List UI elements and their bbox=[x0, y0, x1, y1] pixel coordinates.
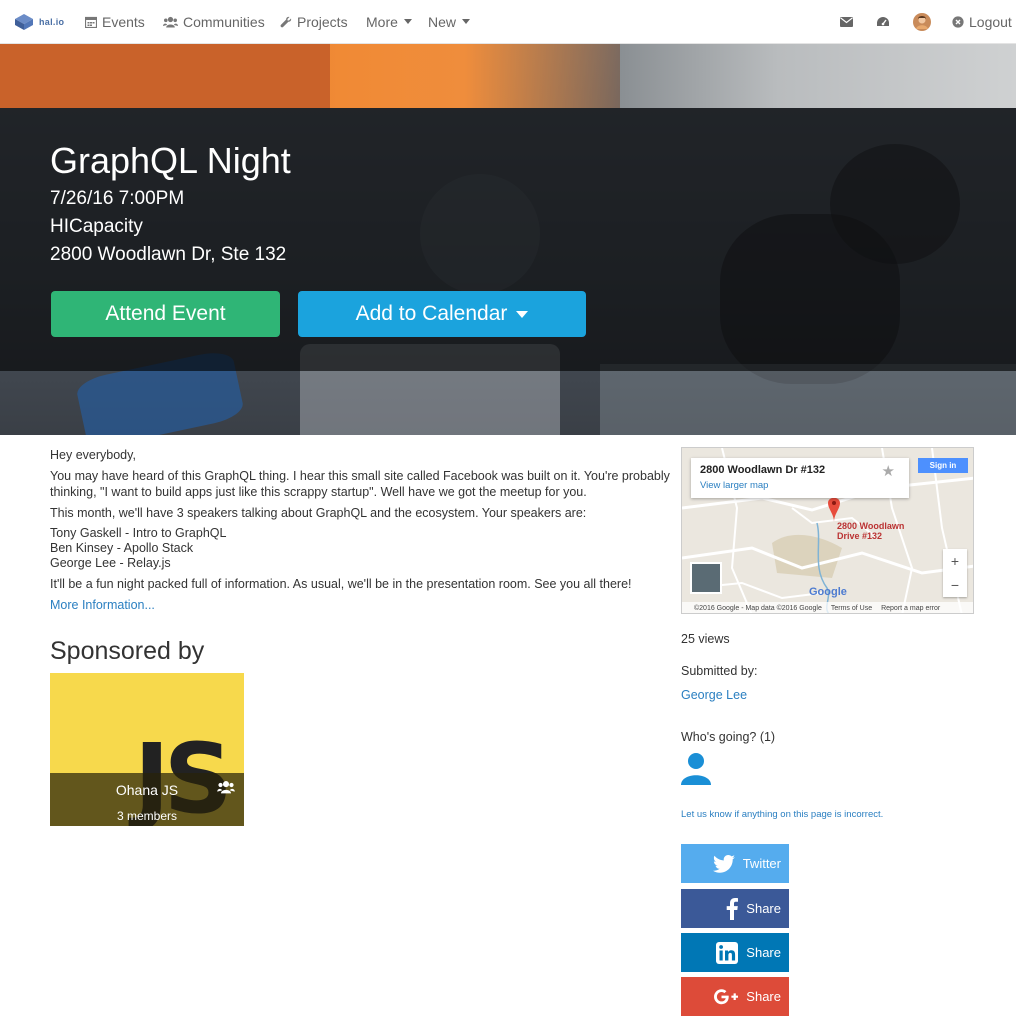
map-pin-label: 2800 Woodlawn Drive #132 bbox=[837, 521, 904, 541]
users-icon bbox=[163, 16, 178, 27]
avatar bbox=[913, 12, 931, 31]
submitter-link[interactable]: George Lee bbox=[681, 688, 747, 702]
dashboard-icon bbox=[877, 16, 889, 26]
map-footer: ©2016 Google - Map data ©2016 Google Ter… bbox=[682, 602, 973, 613]
nav-projects[interactable]: Projects bbox=[280, 0, 348, 43]
view-count: 25 views bbox=[681, 632, 730, 646]
share-facebook-button[interactable]: Share bbox=[681, 889, 789, 928]
star-icon[interactable]: ★ bbox=[882, 462, 895, 480]
whos-going-label: Who's going? (1) bbox=[681, 730, 776, 744]
add-to-calendar-button[interactable]: Add to Calendar bbox=[298, 291, 586, 337]
google-plus-icon bbox=[714, 988, 739, 1004]
logo-text: hal.io bbox=[39, 16, 65, 27]
sponsor-card-ohana-js[interactable]: JS Ohana JS 3 members bbox=[50, 673, 244, 826]
sponsor-member-count: 3 members bbox=[116, 809, 178, 823]
linkedin-icon bbox=[716, 941, 739, 964]
description-paragraph: This month, we'll have 3 speakers talkin… bbox=[50, 506, 587, 520]
map-address: 2800 Woodlawn Dr #132 bbox=[700, 464, 826, 476]
map-terms-link[interactable]: Terms of Use bbox=[831, 605, 872, 612]
nav-projects-label: Projects bbox=[297, 13, 348, 30]
nav-user-avatar[interactable] bbox=[913, 0, 931, 43]
map-pin-label-line: Drive #132 bbox=[837, 531, 883, 541]
facebook-icon bbox=[726, 897, 739, 920]
caret-down-icon bbox=[516, 310, 529, 318]
attendee-avatar-icon[interactable] bbox=[681, 752, 711, 786]
speaker-item: Ben Kinsey - Apollo Stack bbox=[50, 541, 194, 555]
view-larger-map-link[interactable]: View larger map bbox=[700, 480, 768, 491]
share-facebook-label: Share bbox=[746, 901, 781, 916]
nav-logout-label: Logout bbox=[969, 13, 1012, 30]
map-attribution: ©2016 Google - Map data ©2016 Google bbox=[694, 605, 822, 612]
hero-background-wall bbox=[620, 44, 1016, 108]
logout-icon bbox=[952, 15, 964, 28]
attend-event-label: Attend Event bbox=[105, 302, 226, 325]
speaker-item: George Lee - Relay.js bbox=[50, 556, 171, 570]
share-twitter-label: Twitter bbox=[742, 856, 781, 871]
sponsor-name: Ohana JS bbox=[115, 782, 179, 798]
speaker-item: Tony Gaskell - Intro to GraphQL bbox=[50, 526, 227, 540]
map-zoom-control: + − bbox=[943, 549, 967, 597]
nav-new-label: New bbox=[428, 13, 457, 30]
nav-new-dropdown[interactable]: New bbox=[428, 0, 471, 43]
caret-down-icon bbox=[462, 19, 471, 24]
calendar-icon bbox=[85, 16, 97, 28]
nav-communities[interactable]: Communities bbox=[163, 0, 265, 43]
hero-background-shape bbox=[600, 364, 1016, 435]
nav-more-dropdown[interactable]: More bbox=[366, 0, 412, 43]
location-map[interactable]: 2800 Woodlawn Dr #132 View larger map ★ … bbox=[681, 447, 974, 614]
google-logo: Google bbox=[809, 586, 847, 598]
nav-communities-label: Communities bbox=[183, 13, 265, 30]
map-info-card: 2800 Woodlawn Dr #132 View larger map ★ bbox=[691, 458, 909, 498]
caret-down-icon bbox=[403, 19, 412, 24]
map-satellite-thumbnail[interactable] bbox=[690, 562, 722, 594]
share-google-plus-label: Share bbox=[746, 989, 781, 1004]
map-signin-label: Sign in bbox=[929, 461, 957, 470]
event-description: Hey everybody, You may have heard of thi… bbox=[50, 447, 670, 618]
event-hero: GraphQL Night 7/26/16 7:00PM HICapacity … bbox=[0, 44, 1016, 435]
nav-logout[interactable]: Logout bbox=[952, 0, 1012, 43]
twitter-icon bbox=[712, 854, 735, 873]
event-title: GraphQL Night bbox=[50, 140, 291, 181]
attend-event-button[interactable]: Attend Event bbox=[51, 291, 280, 337]
description-paragraph: You may have heard of this GraphQL thing… bbox=[50, 469, 670, 499]
description-paragraph: It'll be a fun night packed full of info… bbox=[50, 577, 632, 591]
more-information-link[interactable]: More Information... bbox=[50, 598, 155, 612]
add-to-calendar-label: Add to Calendar bbox=[355, 302, 508, 325]
description-greeting: Hey everybody, bbox=[50, 448, 136, 462]
map-report-link[interactable]: Report a map error bbox=[881, 605, 940, 612]
share-linkedin-label: Share bbox=[746, 945, 781, 960]
zoom-in-button[interactable]: + bbox=[943, 549, 967, 573]
share-twitter-button[interactable]: Twitter bbox=[681, 844, 789, 883]
nav-messages[interactable] bbox=[840, 0, 853, 43]
users-icon bbox=[217, 781, 235, 794]
event-venue: HICapacity bbox=[50, 216, 143, 237]
zoom-out-button[interactable]: − bbox=[943, 573, 967, 597]
nav-events[interactable]: Events bbox=[85, 0, 145, 43]
logo[interactable]: hal.io bbox=[14, 0, 64, 43]
share-linkedin-button[interactable]: Share bbox=[681, 933, 789, 972]
event-address: 2800 Woodlawn Dr, Ste 132 bbox=[50, 244, 287, 265]
report-incorrect-link[interactable]: Let us know if anything on this page is … bbox=[681, 809, 883, 820]
nav-events-label: Events bbox=[102, 13, 145, 30]
envelope-icon bbox=[840, 16, 853, 27]
logo-icon bbox=[15, 13, 33, 30]
nav-dashboard[interactable] bbox=[876, 0, 890, 43]
map-signin-button[interactable]: Sign in bbox=[918, 458, 968, 473]
nav-more-label: More bbox=[366, 13, 398, 30]
sponsored-by-heading: Sponsored by bbox=[50, 637, 205, 665]
submitted-by-label: Submitted by: bbox=[681, 664, 758, 678]
event-datetime: 7/26/16 7:00PM bbox=[50, 188, 185, 209]
hero-background-orange-dark bbox=[0, 44, 330, 108]
wrench-icon bbox=[280, 16, 292, 27]
share-google-plus-button[interactable]: Share bbox=[681, 977, 789, 1016]
speaker-list: Tony Gaskell - Intro to GraphQL Ben Kins… bbox=[50, 526, 670, 571]
map-pin-label-line: 2800 Woodlawn bbox=[837, 521, 905, 531]
top-navbar: hal.io Events Communities Projects More bbox=[0, 0, 1016, 44]
